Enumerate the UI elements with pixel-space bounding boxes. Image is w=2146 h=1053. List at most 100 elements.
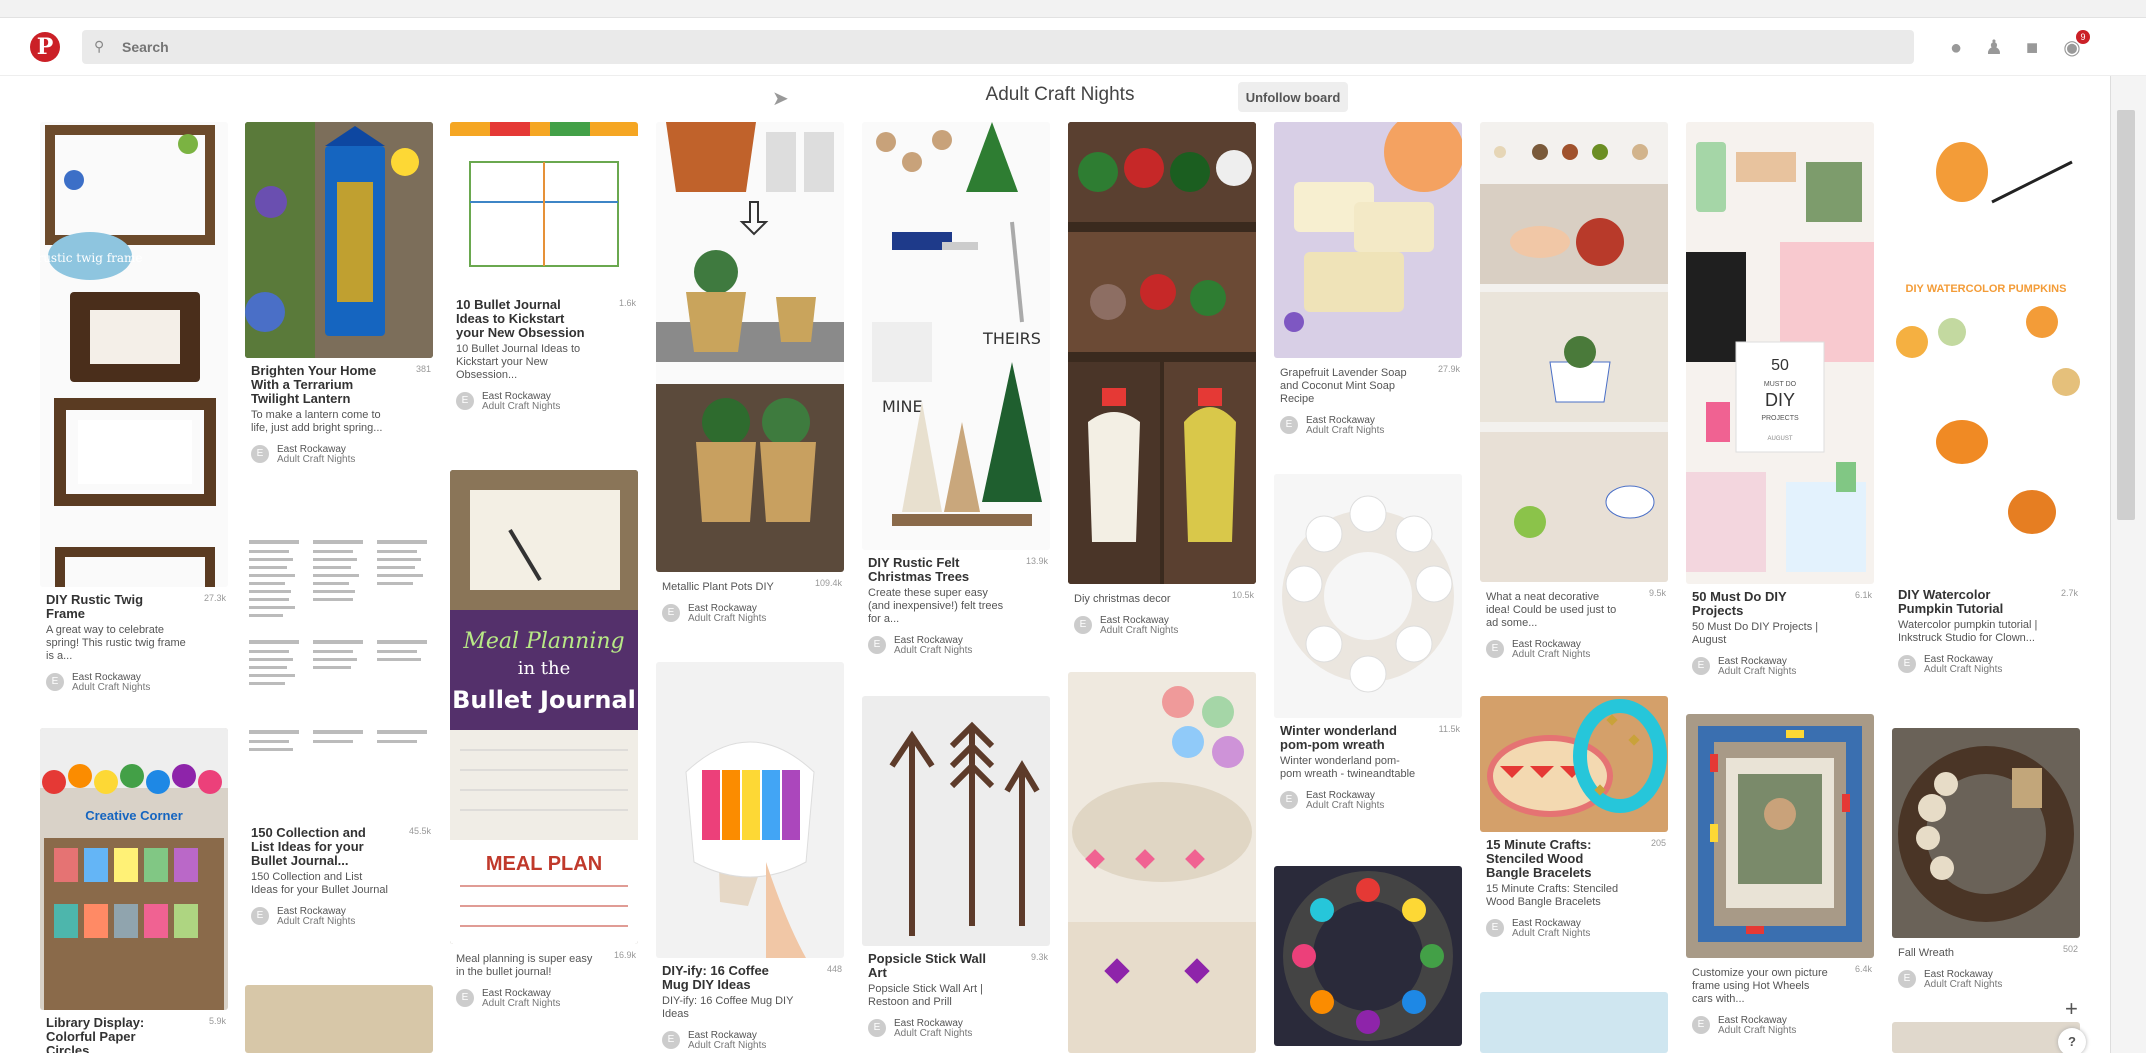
avatar[interactable]: E xyxy=(1074,616,1092,634)
board-name[interactable]: Adult Craft Nights xyxy=(277,916,355,927)
scrollbar[interactable] xyxy=(2110,76,2146,1053)
pin-image[interactable] xyxy=(1068,122,1256,584)
pin-card[interactable] xyxy=(1892,1022,2080,1053)
pin-card[interactable]: THEIRS MINE DIY Rustic Felt Christmas Tr… xyxy=(862,122,1050,658)
pin-card[interactable]: 502 Fall Wreath E East Rockaway Adult Craf… xyxy=(1892,728,2080,992)
search-bar[interactable]: ⚲ xyxy=(82,30,1914,64)
board-name[interactable]: Adult Craft Nights xyxy=(482,401,560,412)
pin-title[interactable]: Brighten Your Home With a Terrarium Twil… xyxy=(251,364,381,406)
pin-image[interactable] xyxy=(1892,728,2080,938)
board-name[interactable]: Adult Craft Nights xyxy=(1512,649,1590,660)
pin-card[interactable]: Winter wonderland pom-pom wreath 11.5k W… xyxy=(1274,474,1462,813)
avatar[interactable]: E xyxy=(662,604,680,622)
avatar[interactable]: E xyxy=(456,989,474,1007)
board-name[interactable]: Adult Craft Nights xyxy=(894,645,972,656)
board-name[interactable]: Adult Craft Nights xyxy=(482,998,560,1009)
pin-card[interactable]: 150 Collection and List Ideas for your B… xyxy=(245,530,433,929)
board-name[interactable]: Adult Craft Nights xyxy=(1306,800,1384,811)
pin-card[interactable]: Creative Corner Library Display: Colorfu… xyxy=(40,728,228,1053)
pin-title[interactable]: Winter wonderland pom-pom wreath xyxy=(1280,724,1410,752)
pin-image[interactable] xyxy=(656,662,844,958)
pin-title[interactable]: DIY Rustic Felt Christmas Trees xyxy=(868,556,998,584)
pin-image[interactable] xyxy=(1686,714,1874,958)
avatar[interactable]: E xyxy=(1898,970,1916,988)
pinterest-logo[interactable]: P xyxy=(30,32,60,62)
help-button[interactable]: ? xyxy=(2058,1028,2086,1053)
avatar[interactable]: E xyxy=(662,1031,680,1049)
pin-image[interactable] xyxy=(245,985,433,1053)
pin-card[interactable]: DIY-ify: 16 Coffee Mug DIY Ideas 448 DIY… xyxy=(656,662,844,1053)
avatar[interactable]: E xyxy=(1486,919,1504,937)
board-name[interactable]: Adult Craft Nights xyxy=(277,454,355,465)
pin-image[interactable] xyxy=(1274,122,1462,358)
pin-card[interactable]: 15 Minute Crafts: Stenciled Wood Bangle … xyxy=(1480,696,1668,941)
pin-title[interactable]: 10 Bullet Journal Ideas to Kickstart you… xyxy=(456,298,586,340)
pin-image[interactable] xyxy=(1068,672,1256,1053)
pin-image[interactable]: rustic twig frame xyxy=(40,122,228,587)
pin-card[interactable] xyxy=(1068,672,1256,1053)
pin-image[interactable]: 50 MUST DO DIY PROJECTS AUGUST xyxy=(1686,122,1874,584)
pin-card[interactable]: Meal Planning in the Bullet Journal MEAL… xyxy=(450,470,638,1011)
board-name[interactable]: Adult Craft Nights xyxy=(72,682,150,693)
pin-image[interactable]: Meal Planning in the Bullet Journal MEAL… xyxy=(450,470,638,944)
avatar[interactable]: E xyxy=(1280,416,1298,434)
pin-card[interactable]: 6.4k Customize your own picture frame us… xyxy=(1686,714,1874,1038)
messages-icon[interactable]: ◉ 9 xyxy=(2060,30,2090,60)
board-name[interactable]: Adult Craft Nights xyxy=(1718,666,1796,677)
pin-card[interactable]: rustic twig frame DIY Rustic Twig Frame … xyxy=(40,122,228,695)
avatar[interactable]: E xyxy=(1486,640,1504,658)
pin-card[interactable]: 9.5k What a neat decorative idea! Could … xyxy=(1480,122,1668,662)
avatar[interactable]: E xyxy=(456,392,474,410)
pin-card[interactable]: 10.5k Diy christmas decor E East Rockaway… xyxy=(1068,122,1256,638)
pin-image[interactable] xyxy=(1480,992,1668,1053)
explore-icon[interactable]: ● xyxy=(1944,36,1968,60)
pin-card[interactable]: 27.9k Grapefruit Lavender Soap and Cocon… xyxy=(1274,122,1462,438)
pin-title[interactable]: DIY Watercolor Pumpkin Tutorial xyxy=(1898,588,2028,616)
pin-card[interactable]: 109.4k Metallic Plant Pots DIY E East Roc… xyxy=(656,122,844,626)
scrollbar-thumb[interactable] xyxy=(2117,110,2135,520)
pin-image[interactable]: DIY WATERCOLOR PUMPKINS xyxy=(1892,122,2080,582)
pin-image[interactable]: Creative Corner xyxy=(40,728,228,1010)
pin-title[interactable]: 15 Minute Crafts: Stenciled Wood Bangle … xyxy=(1486,838,1616,880)
pin-title[interactable]: Library Display: Colorful Paper Circles xyxy=(46,1016,176,1053)
board-name[interactable]: Adult Craft Nights xyxy=(688,1040,766,1051)
board-name[interactable]: Adult Craft Nights xyxy=(1512,928,1590,939)
pin-title[interactable]: 50 Must Do DIY Projects xyxy=(1692,590,1822,618)
briefcase-icon[interactable]: ■ xyxy=(2020,36,2044,60)
pin-card[interactable] xyxy=(245,985,433,1053)
pin-image[interactable] xyxy=(1480,122,1668,582)
avatar[interactable]: E xyxy=(1280,791,1298,809)
board-name[interactable]: Adult Craft Nights xyxy=(1924,664,2002,675)
pin-title[interactable]: Popsicle Stick Wall Art xyxy=(868,952,998,980)
pin-image[interactable] xyxy=(245,530,433,820)
pin-card[interactable]: Popsicle Stick Wall Art 9.3k Popsicle St… xyxy=(862,696,1050,1041)
unfollow-board-button[interactable]: Unfollow board xyxy=(1238,82,1348,112)
pin-image[interactable] xyxy=(862,696,1050,946)
pin-card[interactable]: DIY WATERCOLOR PUMPKINS DIY Watercolor P… xyxy=(1892,122,2080,677)
avatar[interactable]: E xyxy=(1692,1016,1710,1034)
search-input[interactable] xyxy=(122,30,1902,64)
pin-image[interactable]: THEIRS MINE xyxy=(862,122,1050,550)
avatar[interactable]: E xyxy=(46,673,64,691)
avatar[interactable]: E xyxy=(251,445,269,463)
pin-image[interactable] xyxy=(656,122,844,572)
board-name[interactable]: Adult Craft Nights xyxy=(688,613,766,624)
pin-image[interactable] xyxy=(1274,866,1462,1046)
send-icon[interactable]: ➤ xyxy=(772,86,789,111)
avatar[interactable]: E xyxy=(251,907,269,925)
pin-image[interactable] xyxy=(1480,696,1668,832)
pin-title[interactable]: DIY Rustic Twig Frame xyxy=(46,593,176,621)
pin-title[interactable]: 150 Collection and List Ideas for your B… xyxy=(251,826,381,868)
pin-card[interactable] xyxy=(1274,866,1462,1046)
pin-card[interactable]: 50 MUST DO DIY PROJECTS AUGUST 50 Must D… xyxy=(1686,122,1874,679)
board-name[interactable]: Adult Craft Nights xyxy=(1718,1025,1796,1036)
pin-card[interactable]: 10 Bullet Journal Ideas to Kickstart you… xyxy=(450,122,638,414)
board-name[interactable]: Adult Craft Nights xyxy=(1924,979,2002,990)
add-pin-button[interactable]: + xyxy=(2065,996,2078,1022)
avatar[interactable]: E xyxy=(868,1019,886,1037)
avatar[interactable]: E xyxy=(868,636,886,654)
pin-card[interactable] xyxy=(1480,992,1668,1053)
board-name[interactable]: Adult Craft Nights xyxy=(1306,425,1384,436)
pin-card[interactable]: Brighten Your Home With a Terrarium Twil… xyxy=(245,122,433,467)
avatar[interactable]: E xyxy=(1898,655,1916,673)
